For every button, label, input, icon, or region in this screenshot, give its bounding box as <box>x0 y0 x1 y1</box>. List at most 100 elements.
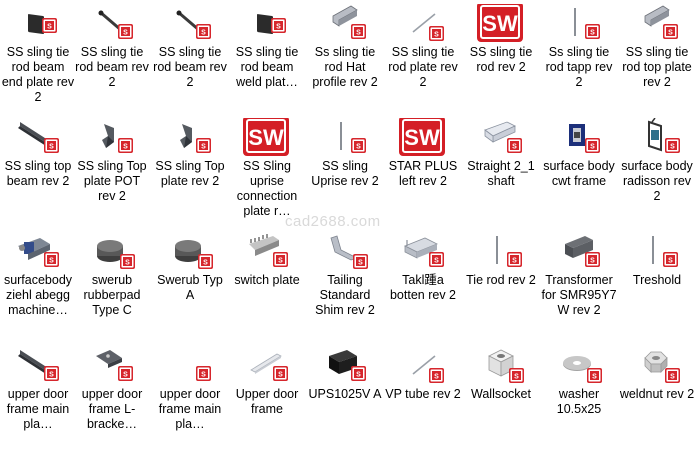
file-name-label: Swerub Typ A <box>157 273 223 302</box>
file-item[interactable]: S Treshold <box>619 232 695 346</box>
sw-part-machine-icon: S <box>0 232 76 276</box>
file-item[interactable]: S SS sling Top plate rev 2 <box>152 118 228 232</box>
file-item[interactable]: S Takl踵a botten rev 2 <box>385 232 461 346</box>
sw-part-bracket-icon: S <box>74 118 150 162</box>
file-item[interactable]: Swasher 10.5x25 <box>541 346 617 460</box>
svg-text:S: S <box>434 374 439 381</box>
sw-part-lbracket-icon: S <box>74 346 150 390</box>
svg-text:S: S <box>125 260 130 267</box>
sw-part-socket-icon: S <box>463 346 539 390</box>
file-item[interactable]: Sswitch plate <box>229 232 305 346</box>
file-name-label: weldnut rev 2 <box>619 387 695 401</box>
file-item[interactable]: Supper door frame main pla… <box>0 346 76 460</box>
file-name-label: Straight 2_1 shaft <box>467 159 535 188</box>
sw-part-washer-icon: S <box>541 346 617 390</box>
file-item[interactable]: S VP tube rev 2 <box>385 346 461 460</box>
file-item[interactable]: Supper door frame L-bracke… <box>74 346 150 460</box>
svg-text:S: S <box>356 372 361 379</box>
file-name-label: surface body cwt frame <box>543 159 615 188</box>
file-item[interactable]: S Wallsocket <box>463 346 539 460</box>
file-item[interactable]: Ssurfacebody ziehl abegg machine… <box>0 232 76 346</box>
file-item[interactable]: SW SS sling tie rod rev 2 <box>463 4 539 118</box>
file-item[interactable]: S Tailing Standard Shim rev 2 <box>307 232 383 346</box>
file-item[interactable]: S SS sling tie rod beam rev 2 <box>74 4 150 118</box>
sw-part-line-icon: S <box>385 346 461 390</box>
sw-logo-icon: SW <box>385 118 461 162</box>
file-name-label: SS sling Top plate rev 2 <box>155 159 225 188</box>
sw-part-beam-icon: S <box>0 346 76 390</box>
sw-part-block-icon: S <box>541 232 617 276</box>
file-item[interactable]: S UPS1025V A <box>307 346 383 460</box>
file-item[interactable]: Sswerub rubberpad Type C <box>74 232 150 346</box>
svg-text:S: S <box>590 258 595 265</box>
file-item[interactable]: S SS sling tie rod beam weld plat… <box>229 4 305 118</box>
svg-text:S: S <box>514 374 519 381</box>
file-name-label: SS Sling uprise connection plate r… <box>236 159 298 218</box>
svg-text:S: S <box>49 144 54 151</box>
file-item[interactable]: S Tie rod rev 2 <box>463 232 539 346</box>
sw-part-switch-icon: S <box>229 232 305 276</box>
file-name-label: surface body radisson rev 2 <box>621 159 693 203</box>
sw-part-vline-icon: S <box>541 4 617 48</box>
file-item[interactable]: S SS sling tie rod beam end plate rev 2 <box>0 4 76 118</box>
file-name-label: SS sling Uprise rev 2 <box>311 159 379 188</box>
file-item[interactable]: S Ss sling tie rod tapp rev 2 <box>541 4 617 118</box>
file-item[interactable]: Supper door frame main pla… <box>152 346 228 460</box>
sw-part-beam-icon: S <box>0 118 76 162</box>
file-item[interactable]: Sweldnut rev 2 <box>619 346 695 460</box>
file-name-label: SS sling tie rod plate rev 2 <box>388 45 458 89</box>
svg-text:S: S <box>278 258 283 265</box>
file-item[interactable]: S Swerub Typ A <box>152 232 228 346</box>
file-name-label: SS sling Top plate POT rev 2 <box>77 159 147 203</box>
file-item[interactable]: S SS sling top beam rev 2 <box>0 118 76 232</box>
svg-text:S: S <box>434 32 439 39</box>
sw-part-bracket-icon: S <box>152 118 228 162</box>
svg-text:S: S <box>512 258 517 265</box>
svg-text:S: S <box>201 30 206 37</box>
svg-text:S: S <box>356 30 361 37</box>
svg-text:S: S <box>434 258 439 265</box>
svg-text:S: S <box>201 372 206 379</box>
sw-part-radisson-icon: S <box>619 118 695 162</box>
file-name-label: Takl踵a botten rev 2 <box>389 273 456 302</box>
file-item[interactable]: S SS sling tie rod top plate rev 2 <box>619 4 695 118</box>
sw-part-rod-icon: S <box>74 4 150 48</box>
svg-text:S: S <box>592 374 597 381</box>
file-name-label: Transformer for SMR95Y7 W rev 2 <box>541 273 617 317</box>
sw-part-shaft-icon: S <box>463 118 539 162</box>
file-item[interactable]: SW STAR PLUS left rev 2 <box>385 118 461 232</box>
svg-text:S: S <box>123 144 128 151</box>
svg-text:S: S <box>203 260 208 267</box>
svg-text:S: S <box>123 30 128 37</box>
file-name-label: SS sling tie rod beam rev 2 <box>75 45 149 89</box>
svg-text:S: S <box>590 144 595 151</box>
sw-part-nut-icon: S <box>619 346 695 390</box>
file-item[interactable]: Ssurface body cwt frame <box>541 118 617 232</box>
file-item[interactable]: S SS sling tie rod beam rev 2 <box>152 4 228 118</box>
svg-text:SW: SW <box>404 125 440 150</box>
sw-part-disc-icon: S <box>152 232 228 276</box>
file-name-label: surfacebody ziehl abegg machine… <box>3 273 73 317</box>
sw-part-shim-icon: S <box>307 232 383 276</box>
svg-text:S: S <box>49 372 54 379</box>
file-item[interactable]: Ssurface body radisson rev 2 <box>619 118 695 232</box>
file-item[interactable]: S SS sling Top plate POT rev 2 <box>74 118 150 232</box>
svg-text:S: S <box>201 144 206 151</box>
sw-part-ups-icon: S <box>307 346 383 390</box>
file-name-label: SS sling top beam rev 2 <box>4 159 72 188</box>
sw-part-channel-icon: S <box>307 4 383 48</box>
sw-logo-icon: SW <box>463 4 539 48</box>
file-item[interactable]: S Transformer for SMR95Y7 W rev 2 <box>541 232 617 346</box>
file-name-label: SS sling tie rod beam rev 2 <box>153 45 227 89</box>
sw-part-blank-icon: S <box>152 346 228 390</box>
file-item[interactable]: S SS sling tie rod plate rev 2 <box>385 4 461 118</box>
file-name-label: Ss sling tie rod Hat profile rev 2 <box>312 45 378 89</box>
file-item[interactable]: S Straight 2_1 shaft <box>463 118 539 232</box>
file-name-label: Tie rod rev 2 <box>466 273 536 287</box>
file-name-label: upper door frame L-bracke… <box>81 387 143 431</box>
svg-text:S: S <box>668 258 673 265</box>
file-item[interactable]: S Upper door frame <box>229 346 305 460</box>
sw-part-plate-icon: S <box>0 4 76 48</box>
svg-text:SW: SW <box>482 11 518 36</box>
file-item[interactable]: S Ss sling tie rod Hat profile rev 2 <box>307 4 383 118</box>
